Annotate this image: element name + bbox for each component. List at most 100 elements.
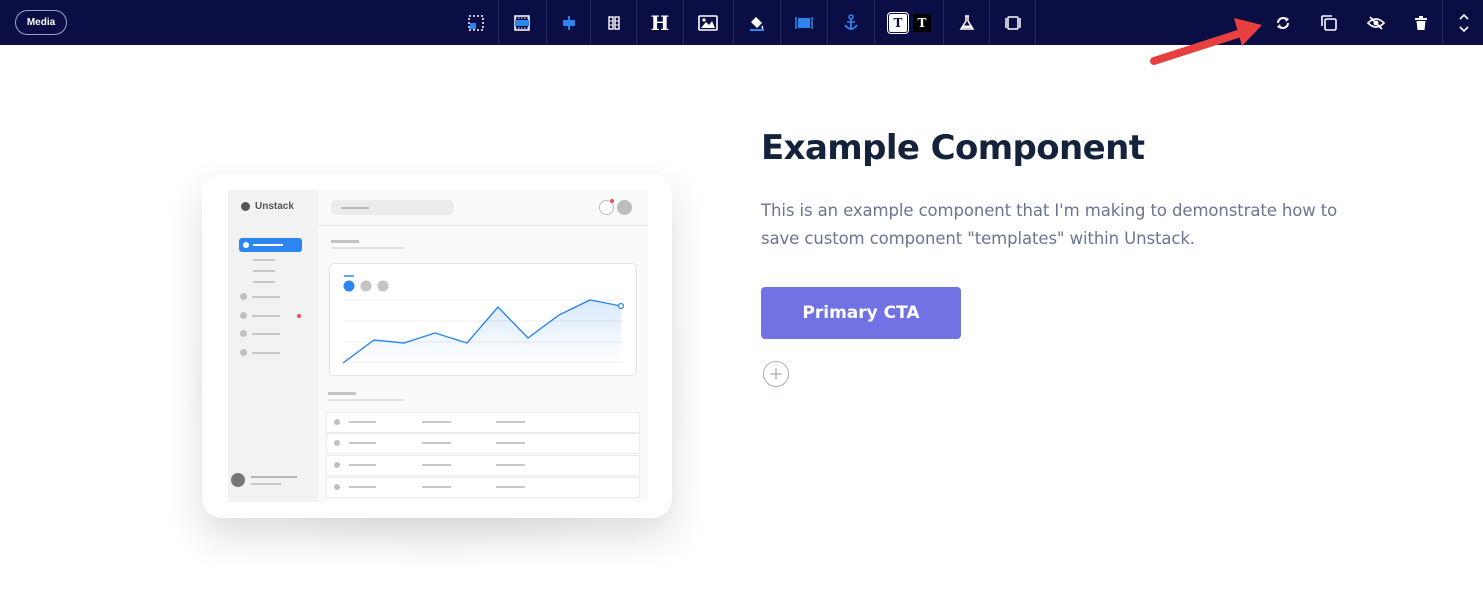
- toolbar-divider: [1035, 0, 1036, 45]
- mock-row-dot: [334, 419, 340, 425]
- columns-button[interactable]: [597, 0, 631, 45]
- image-button[interactable]: [690, 0, 726, 45]
- duplicate-button[interactable]: [1312, 0, 1346, 45]
- ab-test-button[interactable]: [950, 0, 984, 45]
- mock-profile-name: [251, 476, 297, 478]
- mock-row-cell: [496, 421, 525, 423]
- background-color-button[interactable]: [740, 0, 774, 45]
- mock-table-subtitle: [328, 399, 404, 401]
- mock-nav-subitem: [253, 270, 275, 272]
- mock-nav-active-item: [239, 238, 302, 252]
- select-area-icon: [468, 14, 484, 31]
- text-theme-dark-button[interactable]: T: [910, 0, 934, 45]
- mock-nav-item: [252, 296, 280, 298]
- toolbar-divider: [733, 0, 734, 45]
- mock-row-dot: [334, 440, 340, 446]
- reorder-chevrons-icon: [1459, 13, 1469, 32]
- mock-row-cell: [349, 421, 376, 423]
- mock-nav-dot: [240, 330, 247, 337]
- text-theme-dark-icon: T: [913, 13, 931, 32]
- width-toggle-icon: [1005, 15, 1021, 30]
- sync-button[interactable]: [1266, 0, 1300, 45]
- mock-row-cell: [349, 442, 376, 444]
- mock-brand: Unstack: [241, 201, 294, 212]
- text-theme-light-icon: T: [887, 11, 909, 34]
- component-body-text[interactable]: This is an example component that I'm ma…: [761, 197, 1351, 253]
- mock-row-cell: [496, 464, 525, 466]
- heading-button[interactable]: H: [643, 0, 677, 45]
- mock-row-cell: [496, 442, 525, 444]
- hide-eye-icon: [1367, 15, 1385, 30]
- mock-line-chart: [342, 275, 625, 364]
- toolbar-divider: [590, 0, 591, 45]
- mock-row-cell: [349, 464, 376, 466]
- mock-header-divider: [318, 225, 648, 226]
- mock-nav-dot: [240, 312, 247, 319]
- mock-row-cell: [422, 442, 451, 444]
- mock-nav-subitem: [253, 281, 275, 283]
- mock-logo-icon: [241, 202, 250, 211]
- mock-nav-item: [252, 352, 280, 354]
- media-button[interactable]: Media: [15, 10, 67, 35]
- mock-alert-dot: [297, 314, 301, 318]
- anchor-icon: [844, 13, 858, 30]
- toolbar-divider: [636, 0, 637, 45]
- section-spacing-icon: [514, 14, 530, 31]
- mock-table-title: [328, 392, 356, 395]
- toolbar-divider: [498, 0, 499, 45]
- toolbar-divider: [827, 0, 828, 45]
- mock-profile-role: [251, 483, 281, 485]
- mock-row-cell: [422, 421, 451, 423]
- delete-button[interactable]: [1405, 0, 1437, 45]
- mock-row-dot: [334, 462, 340, 468]
- section-spacing-button[interactable]: [505, 0, 539, 45]
- full-width-icon: [795, 16, 813, 29]
- mock-user-avatar: [617, 200, 632, 215]
- alignment-button[interactable]: [553, 0, 585, 45]
- toolbar-divider: [1442, 0, 1443, 45]
- text-theme-light-button[interactable]: T: [886, 0, 910, 45]
- columns-icon: [608, 15, 620, 30]
- mock-row-cell: [496, 486, 525, 488]
- plus-icon: [770, 368, 782, 380]
- primary-cta-button[interactable]: Primary CTA: [761, 287, 961, 339]
- add-element-button[interactable]: [763, 361, 789, 387]
- mock-sidebar: [228, 190, 318, 502]
- toolbar-divider: [874, 0, 875, 45]
- mock-notification-avatar: [599, 199, 614, 215]
- mock-nav-subitem: [253, 259, 275, 261]
- mock-nav-item: [252, 315, 280, 317]
- mock-nav-item: [252, 333, 280, 335]
- trash-icon: [1415, 15, 1427, 30]
- refresh-sync-icon: [1277, 16, 1289, 29]
- paint-bucket-icon: [750, 16, 764, 31]
- image-icon: [698, 14, 718, 31]
- mock-row-dot: [334, 484, 340, 490]
- anchor-button[interactable]: [834, 0, 868, 45]
- hide-button[interactable]: [1359, 0, 1393, 45]
- mock-nav-dot: [240, 349, 247, 356]
- toolbar-divider: [943, 0, 944, 45]
- width-toggle-button[interactable]: [996, 0, 1030, 45]
- mock-nav-dot: [240, 293, 247, 300]
- mock-row-cell: [349, 486, 376, 488]
- mock-row-cell: [422, 464, 451, 466]
- mock-brand-name: Unstack: [255, 201, 294, 212]
- component-heading[interactable]: Example Component: [761, 128, 1145, 168]
- annotation-arrow-icon: [1150, 18, 1262, 65]
- mock-row-cell: [422, 486, 451, 488]
- mock-section-subtitle: [331, 247, 405, 249]
- full-width-button[interactable]: [787, 0, 821, 45]
- toolbar-divider: [546, 0, 547, 45]
- toolbar-divider: [780, 0, 781, 45]
- mock-profile-avatar: [231, 473, 245, 487]
- toolbar-divider: [683, 0, 684, 45]
- mock-section-title: [331, 240, 359, 243]
- alignment-icon: [563, 15, 575, 30]
- duplicate-icon: [1321, 14, 1337, 31]
- toolbar-divider: [989, 0, 990, 45]
- reorder-button[interactable]: [1450, 0, 1478, 45]
- select-area-button[interactable]: [460, 0, 492, 45]
- mock-search-bar: [331, 200, 454, 215]
- heading-icon: H: [650, 10, 670, 35]
